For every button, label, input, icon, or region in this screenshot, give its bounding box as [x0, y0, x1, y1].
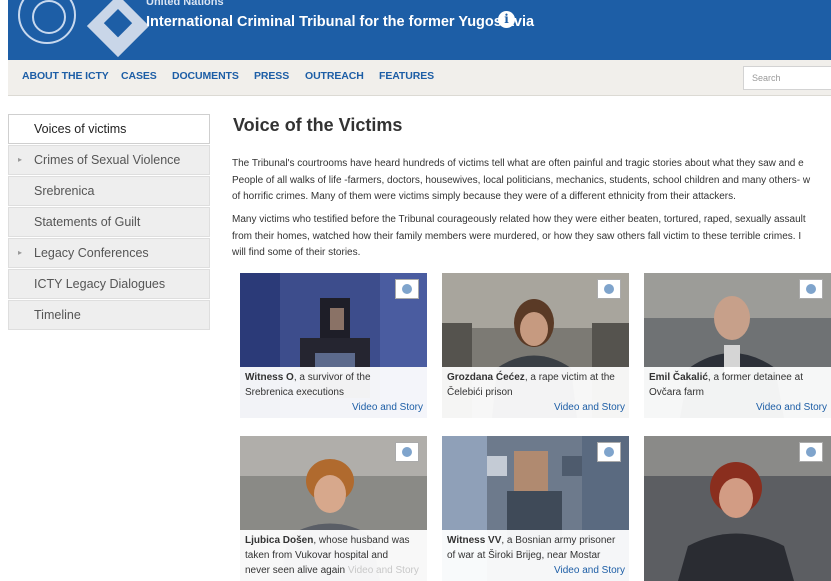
witness-description: , whose husband was [313, 535, 410, 546]
witness-description: , a survivor of the [293, 372, 371, 383]
paragraph-line: Many victims who testified before the Tr… [232, 214, 806, 225]
sidebar-item-statements-of-guilt[interactable]: Statements of Guilt [8, 207, 210, 237]
card-caption: Ljubica Došen, whose husband was taken f… [240, 530, 427, 581]
chevron-right-icon: ▸ [18, 248, 23, 257]
sidebar-item-label: Srebrenica [34, 184, 95, 198]
witness-name: Witness VV [447, 535, 502, 546]
witness-description: taken from Vukovar hospital and [245, 550, 389, 561]
sidebar-item-timeline[interactable]: Timeline [8, 300, 210, 330]
nav-cases[interactable]: CASES [121, 70, 157, 82]
site-header: United Nations International Criminal Tr… [8, 0, 831, 60]
witness-name: Grozdana Ćećez [447, 372, 525, 383]
sidebar-item-label: Timeline [34, 308, 81, 322]
sidebar-item-icty-legacy-dialogues[interactable]: ICTY Legacy Dialogues [8, 269, 210, 299]
card-caption: Witness VV, a Bosnian army prisoner of w… [442, 530, 629, 581]
intro-line: The Tribunal's courtrooms have heard hun… [232, 158, 804, 169]
sidebar: Voices of victims ▸ Crimes of Sexual Vio… [8, 114, 210, 331]
intro-line: of horrific crimes. Many of them were vi… [232, 191, 736, 202]
witness-name: Witness O [245, 372, 294, 383]
witness-name: Ljubica Došen [245, 535, 314, 546]
sidebar-item-label: Legacy Conferences [34, 246, 149, 260]
intro-line: People of all walks of life -farmers, do… [232, 174, 811, 186]
video-and-story-link[interactable]: Video and Story [649, 400, 827, 415]
victim-card[interactable]: Grozdana Ćećez, a rape victim at the Čel… [442, 273, 629, 418]
info-icon[interactable]: i [498, 11, 515, 28]
video-and-story-link[interactable]: Video and Story [447, 563, 625, 578]
search-input[interactable]: Search [743, 66, 831, 90]
witness-description: never seen alive again [245, 565, 346, 576]
victim-card[interactable]: Witness VV, a Bosnian army prisoner of w… [442, 436, 629, 581]
tribunal-badge-icon [597, 442, 621, 462]
sidebar-item-label: Voices of victims [34, 122, 127, 136]
video-and-story-link[interactable]: Video and Story [348, 565, 419, 576]
header-subtitle: United Nations [146, 0, 224, 8]
witness-description: Ovčara farm [649, 387, 705, 398]
witness-description: of war at Široki Brijeg, near Mostar [447, 550, 601, 561]
victim-card[interactable] [644, 436, 831, 581]
tribunal-badge-icon [799, 279, 823, 299]
sidebar-item-voices-of-victims[interactable]: Voices of victims [8, 114, 210, 144]
page-title: Voice of the Victims [233, 115, 403, 135]
card-caption: Emil Čakalić, a former detainee at Ovčar… [644, 367, 831, 418]
witness-description: , a rape victim at the [524, 372, 615, 383]
nav-about[interactable]: ABOUT THE ICTY [22, 70, 109, 82]
chevron-right-icon: ▸ [18, 155, 23, 164]
witness-description: Srebrenica executions [245, 387, 344, 398]
sidebar-item-label: Statements of Guilt [34, 215, 141, 229]
main-nav: ABOUT THE ICTY CASES DOCUMENTS PRESS OUT… [8, 60, 831, 96]
intro-paragraph: The Tribunal's courtrooms have heard hun… [232, 156, 831, 206]
card-caption: Witness O, a survivor of the Srebrenica … [240, 367, 427, 418]
witness-name: Emil Čakalić [649, 372, 708, 383]
video-and-story-link[interactable]: Video and Story [447, 400, 625, 415]
nav-features[interactable]: FEATURES [379, 70, 434, 82]
witness-description: , a former detainee at [707, 372, 803, 383]
video-and-story-link[interactable]: Video and Story [245, 400, 423, 415]
tribunal-badge-icon [597, 279, 621, 299]
paragraph-line: will find some of their stories. [232, 247, 361, 258]
card-caption: Grozdana Ćećez, a rape victim at the Čel… [442, 367, 629, 418]
paragraph-line: from their homes, watched how their fami… [232, 230, 802, 242]
tribunal-badge-icon [395, 442, 419, 462]
nav-press[interactable]: PRESS [254, 70, 289, 82]
sidebar-item-crimes-of-sexual-violence[interactable]: ▸ Crimes of Sexual Violence [8, 145, 210, 175]
tribunal-badge-icon [395, 279, 419, 299]
victim-card[interactable]: Emil Čakalić, a former detainee at Ovčar… [644, 273, 831, 418]
sidebar-item-label: Crimes of Sexual Violence [34, 153, 181, 167]
second-paragraph: Many victims who testified before the Tr… [232, 212, 831, 262]
un-logo[interactable] [18, 0, 76, 44]
site-title[interactable]: International Criminal Tribunal for the … [146, 14, 534, 30]
witness-description: , a Bosnian army prisoner [501, 535, 616, 546]
witness-description: Čelebići prison [447, 387, 513, 398]
victim-card[interactable]: Ljubica Došen, whose husband was taken f… [240, 436, 427, 581]
sidebar-item-label: ICTY Legacy Dialogues [34, 277, 166, 291]
tribunal-badge-icon [799, 442, 823, 462]
sidebar-item-legacy-conferences[interactable]: ▸ Legacy Conferences [8, 238, 210, 268]
nav-outreach[interactable]: OUTREACH [305, 70, 364, 82]
sidebar-item-srebrenica[interactable]: Srebrenica [8, 176, 210, 206]
victim-card[interactable]: Witness O, a survivor of the Srebrenica … [240, 273, 427, 418]
nav-documents[interactable]: DOCUMENTS [172, 70, 239, 82]
icty-logo[interactable] [86, 0, 150, 58]
